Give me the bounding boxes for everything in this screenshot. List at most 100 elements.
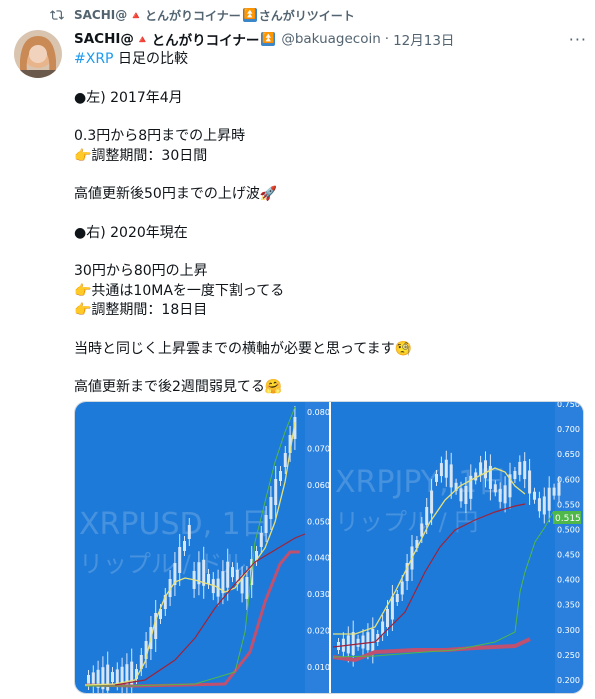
axis-tick-label: 0.060 (307, 481, 330, 490)
tweet-line: 0.3円から8円までの上昇時 (74, 128, 246, 144)
candle-body (356, 638, 360, 647)
candle-body (178, 547, 182, 573)
candle-body (557, 482, 561, 496)
candle-body (187, 525, 191, 539)
retweeter-name[interactable]: SACHI@ (74, 8, 127, 22)
candle-body (552, 487, 556, 496)
candle-body (366, 632, 370, 651)
axis-tick-label: 0.450 (557, 551, 580, 560)
candle-body (346, 635, 350, 654)
tweet-header: SACHI@ 🔺 とんがりコイナー ⏫ @bakuagecoin · 12月13… (74, 29, 583, 49)
retweeter-name-part[interactable]: とんがりコイナー (145, 7, 241, 24)
candle-body (444, 459, 448, 478)
left-watermark-title: XRPUSD, 1日 (79, 507, 271, 542)
candle-body (523, 461, 527, 480)
candle-body (503, 485, 507, 504)
axis-tick-label: 0.350 (557, 601, 580, 610)
candle-body (420, 523, 424, 537)
candle-body (371, 628, 375, 652)
candle-body (259, 533, 263, 547)
chart-image: XRPUSD, 1日 リップル / ドル XRPJPY, 1日 リップル / 円… (75, 402, 583, 693)
axis-tick-label: 0.650 (557, 450, 580, 459)
candle-body (400, 581, 404, 595)
candle-body (493, 484, 497, 493)
candle-body (390, 596, 394, 620)
candle-body (274, 479, 278, 505)
candle-body (207, 573, 210, 584)
candle-body (430, 490, 434, 514)
candle-body (183, 541, 186, 551)
tweet-media-image[interactable]: XRPUSD, 1日 リップル / ドル XRPJPY, 1日 リップル / 円… (74, 401, 584, 694)
candle-body (87, 675, 90, 685)
up-arrow-emoji: ⏫ (261, 32, 276, 46)
candle-body (115, 669, 119, 684)
axis-tick-label: 0.550 (557, 500, 580, 509)
tweet-line: 高値更新まで後2週間弱見てる🤗 (74, 379, 283, 395)
candle-body (439, 463, 443, 477)
price-badge: 0.515 (555, 514, 581, 524)
candle-body (449, 464, 453, 488)
candle-body (130, 661, 134, 688)
candle-body (498, 488, 502, 502)
candle-body (264, 515, 268, 533)
candle-body (464, 486, 468, 505)
candle-body (533, 491, 536, 500)
candle-body (459, 488, 463, 502)
hashtag-link[interactable]: #XRP (74, 51, 114, 67)
candle-body (542, 496, 546, 515)
tweet-line: 高値更新後50円までの上げ波🚀 (74, 186, 278, 202)
axis-tick-label: 0.030 (307, 590, 330, 599)
user-handle[interactable]: @bakuagecoin (281, 31, 380, 47)
axis-tick-label: 0.500 (557, 525, 580, 534)
left-watermark-subtitle: リップル / ドル (79, 550, 246, 578)
candle-body (518, 461, 522, 475)
red-triangle-emoji: 🔺 (129, 8, 143, 22)
tweet-line: 日足の比較 (113, 51, 188, 67)
retweet-suffix: さんがリツイート (258, 8, 355, 23)
axis-tick-label: 0.050 (307, 517, 330, 526)
tweet-text: #XRP 日足の比較 ●左) 2017年4月 0.3円から8円までの上昇時 👉調… (74, 50, 579, 398)
more-options-button[interactable]: ··· (569, 30, 587, 49)
tweet-line: ●左) 2017年4月 (74, 89, 183, 106)
tweet-line: 👉共通は10MAを一度下割ってる (74, 282, 285, 299)
display-name[interactable]: SACHI@ (74, 31, 134, 47)
avatar[interactable] (14, 30, 62, 78)
axis-tick-label: 0.020 (307, 627, 330, 636)
axis-tick-label: 0.010 (307, 663, 330, 672)
candle-body (351, 632, 355, 656)
up-arrow-emoji: ⏫ (242, 8, 257, 22)
axis-tick-label: 0.400 (557, 576, 580, 585)
axis-tick-label: 0.040 (307, 554, 330, 563)
right-watermark-subtitle: リップル / 円 (335, 508, 478, 536)
candle-body (547, 487, 551, 511)
candle-body (386, 609, 389, 627)
tweet-line: 👉調整期間：30日間 (74, 147, 208, 164)
axis-tick-label: 0.300 (557, 626, 580, 635)
candle-body (226, 561, 230, 588)
candle-body (425, 507, 429, 525)
retweet-indicator[interactable]: SACHI@ 🔺 とんがりコイナー ⏫ さんがリツイート (50, 6, 355, 24)
red-triangle-emoji: 🔺 (135, 32, 150, 46)
tweet-date[interactable]: 12月13日 (393, 29, 454, 49)
axis-tick-label: 0.750 (557, 402, 580, 409)
tweet-line: ●右) 2020年現在 (74, 224, 188, 241)
tweet-line: 当時と同じく上昇雲までの横軸が必要と思ってます🧐 (74, 340, 413, 357)
candle-body (279, 471, 282, 481)
candle-body (269, 497, 273, 519)
candle-body (537, 498, 541, 512)
candle-body (435, 473, 438, 482)
candle-body (395, 594, 399, 602)
candle-body (111, 672, 114, 682)
display-name-part[interactable]: とんがりコイナー (152, 29, 260, 49)
candle-body (484, 460, 487, 479)
candle-body (528, 470, 532, 494)
candle-body (283, 453, 287, 467)
separator-dot: · (384, 31, 390, 47)
axis-tick-label: 0.700 (557, 425, 580, 434)
candle-body (361, 635, 365, 649)
tweet-line: 👉調整期間：18日目 (74, 302, 208, 318)
axis-tick-label: 0.080 (307, 408, 330, 417)
candle-body (513, 470, 517, 479)
tweet-line: 30円から80円の上昇 (74, 263, 208, 279)
candle-body (231, 567, 234, 578)
